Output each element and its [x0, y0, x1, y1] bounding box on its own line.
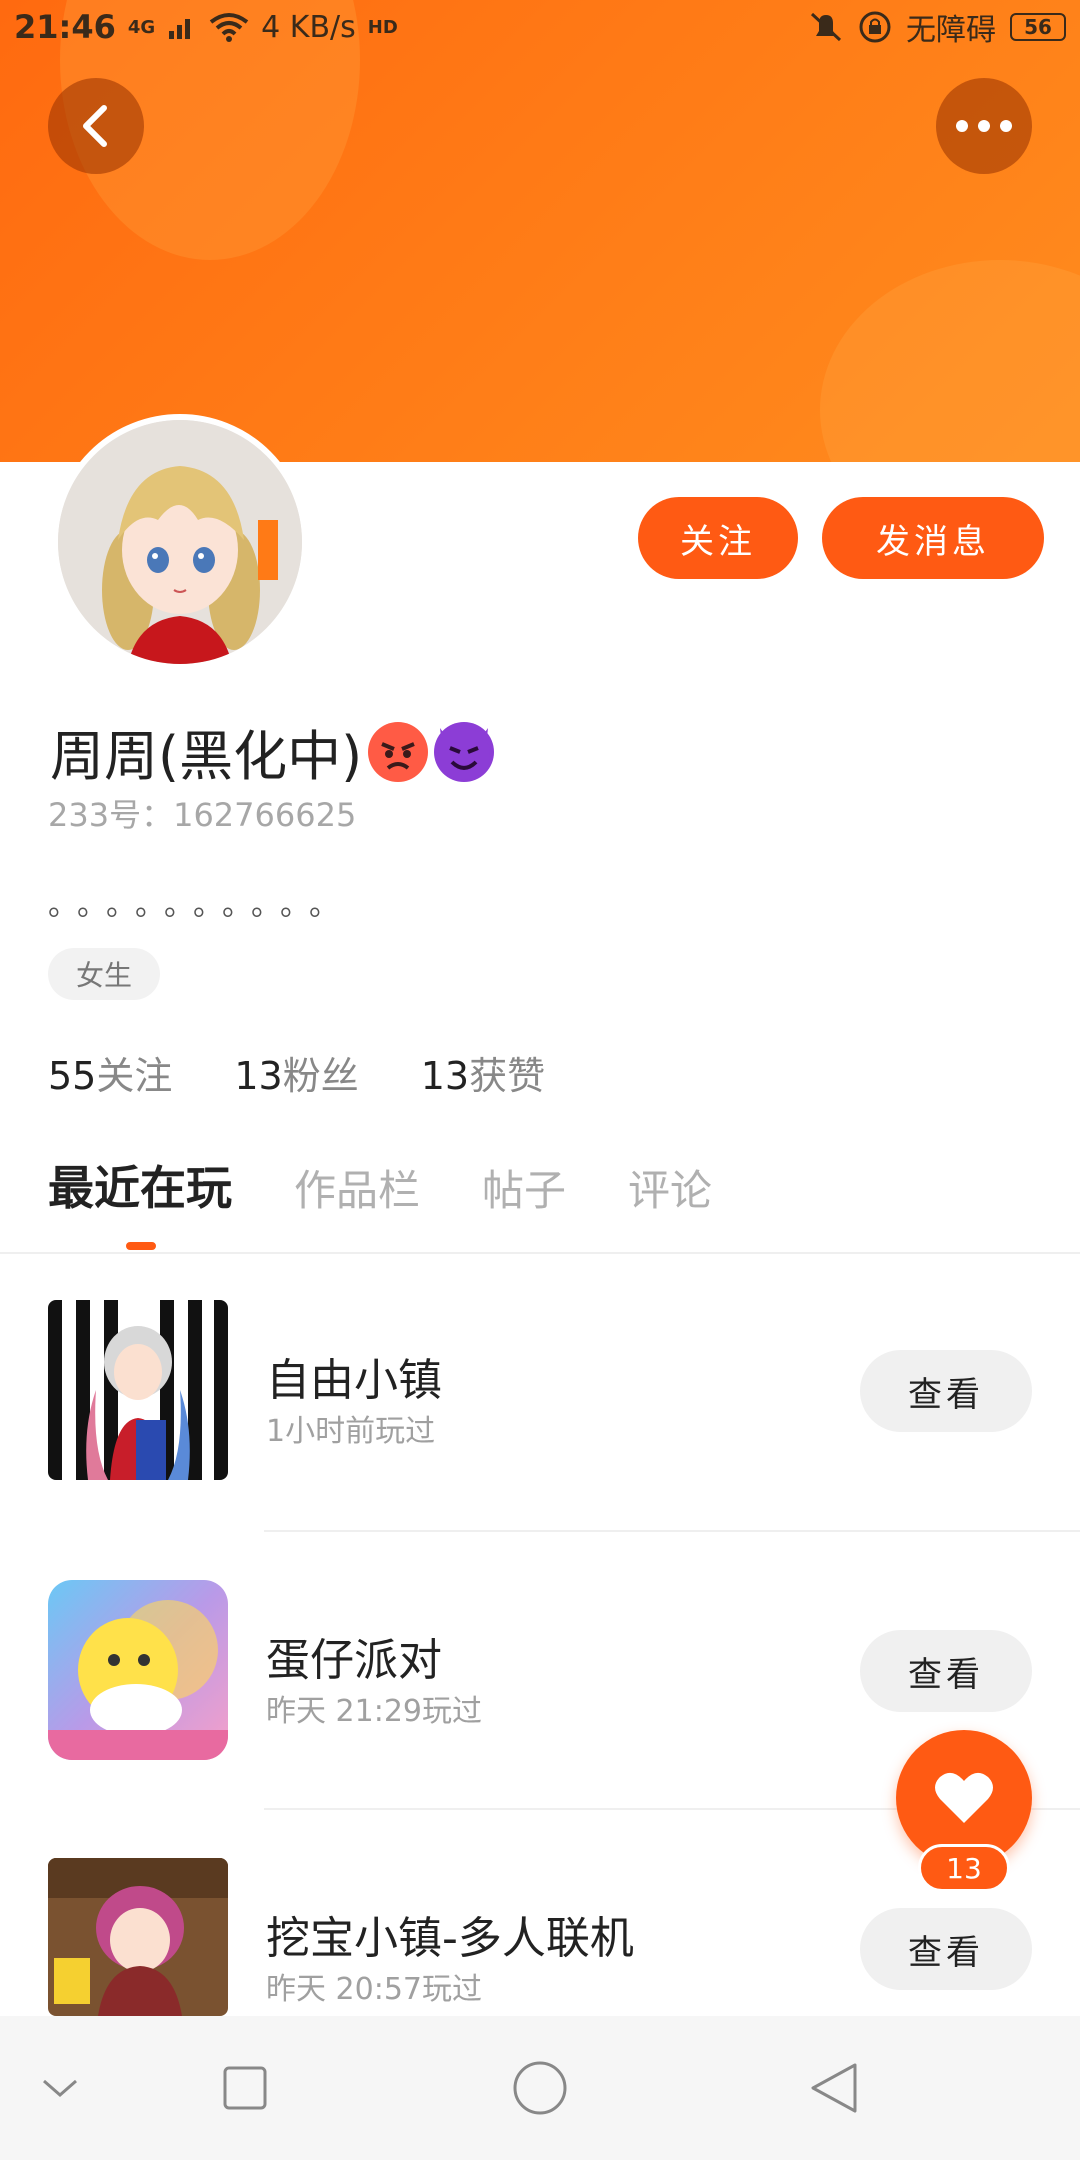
following-label: 关注 [96, 1054, 173, 1098]
view-button[interactable]: 查看 [860, 1350, 1032, 1432]
profile-tabs: 最近在玩 作品栏 帖子 评论 [48, 1152, 712, 1218]
nickname: 周周(黑化中) [50, 725, 363, 788]
game-last-played: 1小时前玩过 [266, 1414, 436, 1449]
battery-indicator: 56 [1010, 13, 1066, 41]
game-title: 自由小镇 [266, 1355, 442, 1406]
tab-works[interactable]: 作品栏 [294, 1157, 420, 1218]
avatar[interactable] [52, 414, 308, 670]
likes-label: 获赞 [469, 1054, 546, 1098]
view-button[interactable]: 查看 [860, 1630, 1032, 1712]
mute-bell-icon [810, 12, 842, 42]
profile-stats: 55关注 13粉丝 13获赞 [48, 1045, 545, 1100]
likes-count: 13 [420, 1054, 470, 1098]
row-divider [264, 1530, 1080, 1532]
network-speed: 4 KB/s [261, 9, 356, 45]
fans-count: 13 [234, 1054, 283, 1098]
more-options-button[interactable] [936, 78, 1032, 174]
game-last-played: 昨天 21:29玩过 [266, 1694, 482, 1729]
home-button[interactable] [480, 2016, 600, 2160]
hd-indicator: HD [367, 16, 398, 38]
following-stat[interactable]: 55关注 [48, 1045, 172, 1100]
status-time: 21:46 [14, 8, 116, 46]
nickname-row: 周周(黑化中) [50, 712, 495, 791]
chevron-left-icon [83, 105, 107, 147]
game-thumbnail [48, 1580, 228, 1760]
like-count-badge: 13 [918, 1844, 1010, 1892]
more-dots-icon [956, 120, 1012, 132]
game-title: 蛋仔派对 [266, 1635, 442, 1686]
wifi-icon [209, 13, 249, 42]
banner-decoration [820, 260, 1080, 462]
avatar-image [58, 420, 302, 664]
lock-rotation-icon [859, 11, 891, 43]
fans-stat[interactable]: 13粉丝 [234, 1045, 358, 1100]
status-bar: 21:46 4G 4 KB/s HD 无障碍 56 [0, 0, 1080, 54]
likes-stat[interactable]: 13获赞 [421, 1045, 545, 1100]
back-nav-button[interactable] [774, 2016, 894, 2160]
game-last-played: 昨天 20:57玩过 [266, 1972, 482, 2007]
recents-button[interactable] [185, 2016, 305, 2160]
network-type: 4G [127, 16, 156, 38]
signal-icon [169, 19, 191, 39]
tab-recently-played[interactable]: 最近在玩 [48, 1152, 232, 1218]
circle-icon [513, 2061, 567, 2115]
active-tab-indicator [126, 1242, 156, 1250]
tab-posts[interactable]: 帖子 [482, 1157, 566, 1218]
list-item[interactable]: 自由小镇 1小时前玩过 查看 [0, 1300, 1080, 1500]
user-id: 233号：162766625 [48, 796, 357, 834]
triangle-back-icon [811, 2063, 857, 2113]
game-thumbnail [48, 1858, 228, 2016]
hide-nav-button[interactable] [0, 2016, 120, 2160]
game-title: 挖宝小镇-多人联机 [266, 1913, 634, 1964]
view-button[interactable]: 查看 [860, 1908, 1032, 1990]
bio-text: 。。。。。。。。。。 [48, 888, 353, 923]
back-button[interactable] [48, 78, 144, 174]
system-nav-bar [0, 2016, 1080, 2160]
square-icon [223, 2066, 267, 2110]
game-thumbnail [48, 1300, 228, 1480]
smiling-devil-icon [434, 721, 495, 782]
send-message-button[interactable]: 发消息 [822, 497, 1044, 579]
accessibility-label: 无障碍 [906, 13, 996, 48]
gender-tag: 女生 [48, 948, 160, 1000]
tab-comments[interactable]: 评论 [628, 1157, 712, 1218]
profile-banner [0, 0, 1080, 462]
following-count: 55 [48, 1054, 97, 1098]
tab-divider [0, 1252, 1080, 1254]
fans-label: 粉丝 [282, 1054, 359, 1098]
angry-face-icon [368, 721, 429, 782]
follow-button[interactable]: 关注 [638, 497, 798, 579]
heart-icon [935, 1772, 993, 1823]
chevron-down-icon [43, 2079, 77, 2097]
